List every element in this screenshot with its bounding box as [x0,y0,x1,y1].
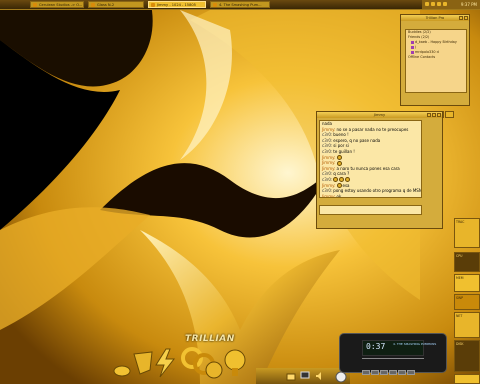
seek-bar[interactable] [362,358,424,359]
message-text: q cara ? [333,171,350,177]
app-icon [151,3,155,7]
monitor-widget[interactable]: CPU [454,252,480,272]
message-text: si por si [333,143,349,149]
message-sender: c3r0: [322,188,333,194]
message-text: espero, q no pase nada [333,137,381,143]
message-sender: Jimmy: [322,165,336,171]
message-text: nada [322,121,332,126]
folder-icon[interactable] [286,371,296,381]
play-button[interactable] [371,370,379,375]
tray-icon[interactable] [425,2,429,6]
prefs-button[interactable] [445,111,454,118]
close-button[interactable] [464,16,468,20]
taskbar-task-3[interactable]: Jimmy - 1024 - 15805 [148,1,206,8]
monitor-widget[interactable]: NET [454,312,480,338]
close-button[interactable] [437,113,441,117]
message-sender: Jimmy: [322,193,336,198]
chat-message: c3r0:pong estoy usando otro programa q d… [320,188,421,194]
message-sender: c3r0: [322,137,333,143]
gold-trophy-icon[interactable] [222,348,248,378]
smiley-emoticon-icon [333,177,339,183]
tray-icon[interactable] [437,2,441,6]
app-icon [91,3,95,7]
next-button[interactable] [398,370,406,375]
monitor-widget[interactable] [454,374,480,384]
taskbar-task-1[interactable]: Cerulean Studios -> O... [30,1,84,8]
message-text: bueno ! [333,132,349,138]
message-text: ok [336,193,342,198]
chat-input[interactable] [319,205,422,215]
chat-message-log[interactable]: nada Jimmy:no se a pasar nada no te preoc… [319,120,422,198]
contact-status-icon [411,45,414,49]
system-monitor-dock: TRAC CPU MEM SWP NET DISK [454,214,480,384]
gold-knob-icon[interactable] [204,360,224,380]
message-text: te guillan ! [333,148,355,154]
player-controls [362,360,416,379]
message-sender: c3r0: [322,148,333,154]
dock-logo: TRILLIAN [185,334,235,344]
clock[interactable]: 9:37 PM [461,0,477,9]
track-title: 4. THE SMASHING PUMPKINS [393,342,437,346]
contact-list-titlebar[interactable]: Trillian Pro [401,15,469,21]
contact-list-window: Trillian Pro Buddies (2/2) Friends (2/2) d… [400,14,470,118]
speaker-icon[interactable] [314,371,324,381]
minimize-button[interactable] [427,113,431,117]
minimize-button[interactable] [459,16,463,20]
player-display: 0:37 4. THE SMASHING PUMPKINS [362,340,436,356]
app-icon [213,3,217,7]
message-sender: Jimmy: [322,182,336,188]
taskbar: Cerulean Studios -> O... Glass N-2 Jimmy… [0,0,480,10]
chat-window: Jimmy nada Jimmy:no se a pasar nada no te… [316,111,443,229]
monitor-widget[interactable]: SWP [454,294,480,310]
chat-toolbar [337,199,373,214]
chat-titlebar[interactable]: Jimmy [317,112,442,118]
chat-message: Jimmy:ok [320,193,421,198]
gold-fish-icon[interactable] [112,362,132,378]
contact-status-icon [411,40,414,44]
message-text: esa [342,182,350,188]
message-sender: Jimmy: [322,160,336,166]
app-icon [33,3,37,7]
message-text: no se a pasar nada no te preocupes [336,126,409,132]
maximize-button[interactable] [432,113,436,117]
message-sender: c3r0: [322,171,333,177]
taskbar-task-2[interactable]: Glass N-2 [88,1,144,8]
message-sender: Jimmy: [322,126,336,132]
media-player: 0:37 4. THE SMASHING PUMPKINS [339,333,447,375]
previous-button[interactable] [362,370,370,375]
message-sender: c3r0: [322,132,333,138]
contact-group[interactable]: Offline Contacts [406,55,466,60]
lightning-bolt-icon[interactable] [152,348,178,378]
contact-list: Buddies (2/2) Friends (2/2) d_kaeb - Happy… [405,29,467,93]
message-sender: c3r0: [322,176,333,182]
message-text: pong estoy usando otro programa q de MSN [333,188,422,194]
message-sender: c3r0: [322,143,333,149]
message-sender: Jimmy: [322,154,336,160]
monitor-widget[interactable]: DISK [454,340,480,372]
playback-time: 0:37 [366,342,386,351]
eject-button[interactable] [407,370,415,375]
tray-icon[interactable] [431,2,435,6]
pause-button[interactable] [380,370,388,375]
monitor-icon[interactable] [300,371,310,381]
quick-launch-bar [256,368,350,384]
system-tray: 9:37 PM [422,0,480,9]
monitor-widget[interactable]: MEM [454,274,480,292]
monitor-widget[interactable]: TRAC [454,218,480,248]
tray-icon[interactable] [443,2,447,6]
message-text: a naro tu nunca pones esa cara [336,165,400,171]
desktop: Cerulean Studios -> O... Glass N-2 Jimmy… [0,0,480,384]
taskbar-task-4[interactable]: 4. The Smashing Pum... [210,1,270,8]
contact-status-icon [411,50,414,54]
stop-button[interactable] [389,370,397,375]
contact-list-toolbar [405,103,467,118]
gold-shield-icon[interactable] [132,350,154,376]
